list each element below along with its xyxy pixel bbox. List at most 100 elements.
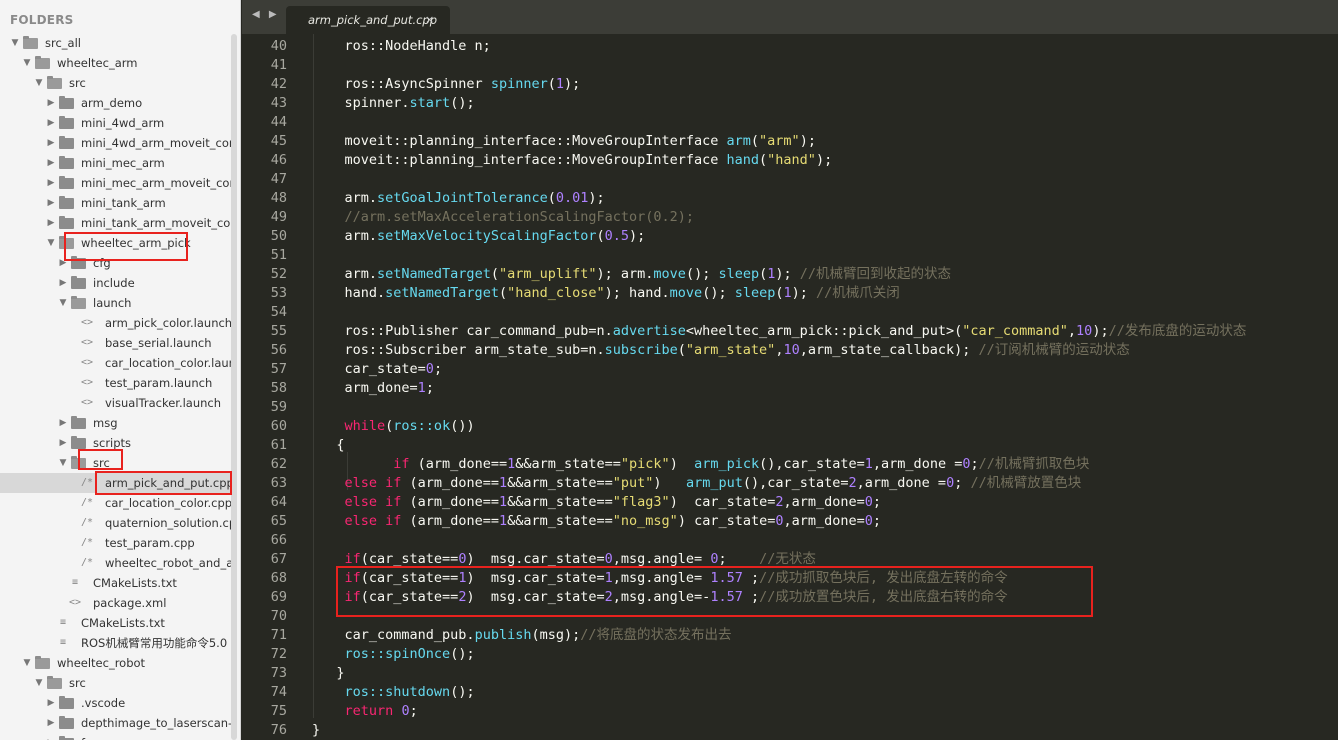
folder-icon (47, 676, 62, 689)
tree-folder[interactable]: ▶ mini_tank_arm_moveit_conf (0, 213, 231, 233)
chevron-right-icon[interactable]: ▶ (46, 153, 56, 173)
code-line: ros::Publisher car_command_pub=n.adverti… (312, 323, 1247, 339)
file-icon: ≡ (59, 637, 67, 648)
code-line: moveit::planning_interface::MoveGroupInt… (312, 133, 816, 149)
chevron-down-icon[interactable]: ▼ (22, 653, 32, 673)
chevron-right-icon[interactable]: ▶ (46, 113, 56, 133)
chevron-down-icon[interactable]: ▼ (22, 53, 32, 73)
tab-nav-arrows-icon[interactable]: ◀ ▶ (252, 9, 280, 20)
chevron-down-icon[interactable]: ▼ (34, 73, 44, 93)
tree-folder[interactable]: ▶ arm_demo (0, 93, 231, 113)
tree-file[interactable]: /* test_param.cpp (0, 533, 231, 553)
chevron-right-icon[interactable]: ▶ (46, 213, 56, 233)
tree-file[interactable]: /* quaternion_solution.cpp (0, 513, 231, 533)
folder-icon (59, 136, 74, 149)
chevron-right-icon[interactable]: ▶ (46, 93, 56, 113)
chevron-right-icon[interactable]: ▶ (58, 253, 68, 273)
line-number: 59 (270, 399, 287, 415)
code-line: ros::shutdown(); (344, 684, 475, 700)
tree-file[interactable]: /* arm_pick_and_put.cpp (0, 473, 231, 493)
tree-label: package.xml (93, 596, 167, 610)
line-number: 58 (270, 380, 287, 396)
close-icon[interactable]: × (425, 13, 434, 26)
chevron-right-icon[interactable]: ▶ (46, 693, 56, 713)
folder-icon (59, 716, 74, 729)
code-line: arm_done=1; (312, 380, 434, 396)
chevron-right-icon[interactable]: ▶ (46, 733, 56, 740)
tree-folder[interactable]: ▼ src_all (0, 33, 231, 53)
tree-folder[interactable]: ▼ src (0, 73, 231, 93)
chevron-down-icon[interactable]: ▼ (34, 673, 44, 693)
tree-folder[interactable]: ▶ msg (0, 413, 231, 433)
file-icon: <> (68, 597, 82, 608)
tree-folder[interactable]: ▶ include (0, 273, 231, 293)
chevron-right-icon[interactable]: ▶ (46, 193, 56, 213)
line-number: 69 (270, 589, 287, 605)
tree-folder[interactable]: ▶ scripts (0, 433, 231, 453)
chevron-down-icon[interactable]: ▼ (10, 33, 20, 53)
line-number: 53 (270, 285, 287, 301)
tree-file[interactable]: ≡ ROS机械臂常用功能命令5.0 (0, 633, 231, 653)
tree-label: src (69, 76, 86, 90)
tree-file[interactable]: <> base_serial.launch (0, 333, 231, 353)
chevron-down-icon[interactable]: ▼ (58, 293, 68, 313)
tree-folder[interactable]: ▼ src (0, 673, 231, 693)
line-number: 51 (270, 247, 287, 263)
folder-icon (71, 256, 86, 269)
chevron-right-icon[interactable]: ▶ (46, 173, 56, 193)
tree-folder[interactable]: ▼ src (0, 453, 231, 473)
chevron-right-icon[interactable]: ▶ (46, 133, 56, 153)
tab-arm-pick-and-put[interactable]: arm_pick_and_put.cpp × (286, 6, 450, 34)
tree-label: car_location_color.launch (105, 356, 231, 370)
file-icon: /* (80, 497, 94, 508)
tree-label: ROS机械臂常用功能命令5.0 (81, 636, 228, 650)
code-line: { (312, 437, 345, 453)
tree-label: mini_mec_arm (81, 156, 165, 170)
chevron-down-icon[interactable]: ▼ (58, 453, 68, 473)
chevron-right-icon[interactable]: ▶ (58, 433, 68, 453)
code-editor[interactable]: ros::NodeHandle n; ros::AsyncSpinner spi… (312, 34, 1338, 740)
tree-folder[interactable]: ▶ mini_mec_arm_moveit_conf (0, 173, 231, 193)
tree-folder[interactable]: ▶ mini_tank_arm (0, 193, 231, 213)
chevron-down-icon[interactable]: ▼ (46, 233, 56, 253)
chevron-right-icon[interactable]: ▶ (58, 273, 68, 293)
tree-label: wheeltec_robot_and_arm (105, 556, 231, 570)
tree-label: wheeltec_robot (57, 656, 146, 670)
tree-folder[interactable]: ▼ wheeltec_arm_pick (0, 233, 231, 253)
tree-folder[interactable]: ▶ mini_4wd_arm_moveit_conf (0, 133, 231, 153)
tree-label: depthimage_to_laserscan-m (81, 716, 231, 730)
line-number: 55 (270, 323, 287, 339)
folder-icon (59, 196, 74, 209)
tree-file[interactable]: <> test_param.launch (0, 373, 231, 393)
folder-icon (59, 116, 74, 129)
line-number: 75 (270, 703, 287, 719)
tree-label: include (93, 276, 135, 290)
tree-folder[interactable]: ▶ depthimage_to_laserscan-m (0, 713, 231, 733)
line-number: 64 (270, 494, 287, 510)
tree-folder[interactable]: ▼ wheeltec_robot (0, 653, 231, 673)
tree-folder[interactable]: ▶ cfg (0, 253, 231, 273)
tree-folder[interactable]: ▶ fr... (0, 733, 231, 740)
folder-icon (23, 36, 38, 49)
tree-file[interactable]: /* car_location_color.cpp (0, 493, 231, 513)
chevron-right-icon[interactable]: ▶ (58, 413, 68, 433)
tree-file[interactable]: <> visualTracker.launch (0, 393, 231, 413)
sidebar-scrollbar[interactable] (231, 34, 237, 740)
line-number: 41 (270, 57, 287, 73)
tree-folder[interactable]: ▼ launch (0, 293, 231, 313)
tree-folder[interactable]: ▶ mini_mec_arm (0, 153, 231, 173)
tree-file[interactable]: ≡ CMakeLists.txt (0, 613, 231, 633)
chevron-right-icon[interactable]: ▶ (46, 713, 56, 733)
code-line: ros::spinOnce(); (344, 646, 475, 662)
code-line: car_state=0; (312, 361, 443, 377)
tree-file[interactable]: <> arm_pick_color.launch (0, 313, 231, 333)
tree-file[interactable]: /* wheeltec_robot_and_arm (0, 553, 231, 573)
tree-file[interactable]: ≡ CMakeLists.txt (0, 573, 231, 593)
tree-folder[interactable]: ▶ .vscode (0, 693, 231, 713)
tree-folder[interactable]: ▶ mini_4wd_arm (0, 113, 231, 133)
tree-file[interactable]: <> car_location_color.launch (0, 353, 231, 373)
tree-folder[interactable]: ▼ wheeltec_arm (0, 53, 231, 73)
tree-label: msg (93, 416, 118, 430)
tree-label: mini_4wd_arm (81, 116, 165, 130)
tree-file[interactable]: <> package.xml (0, 593, 231, 613)
